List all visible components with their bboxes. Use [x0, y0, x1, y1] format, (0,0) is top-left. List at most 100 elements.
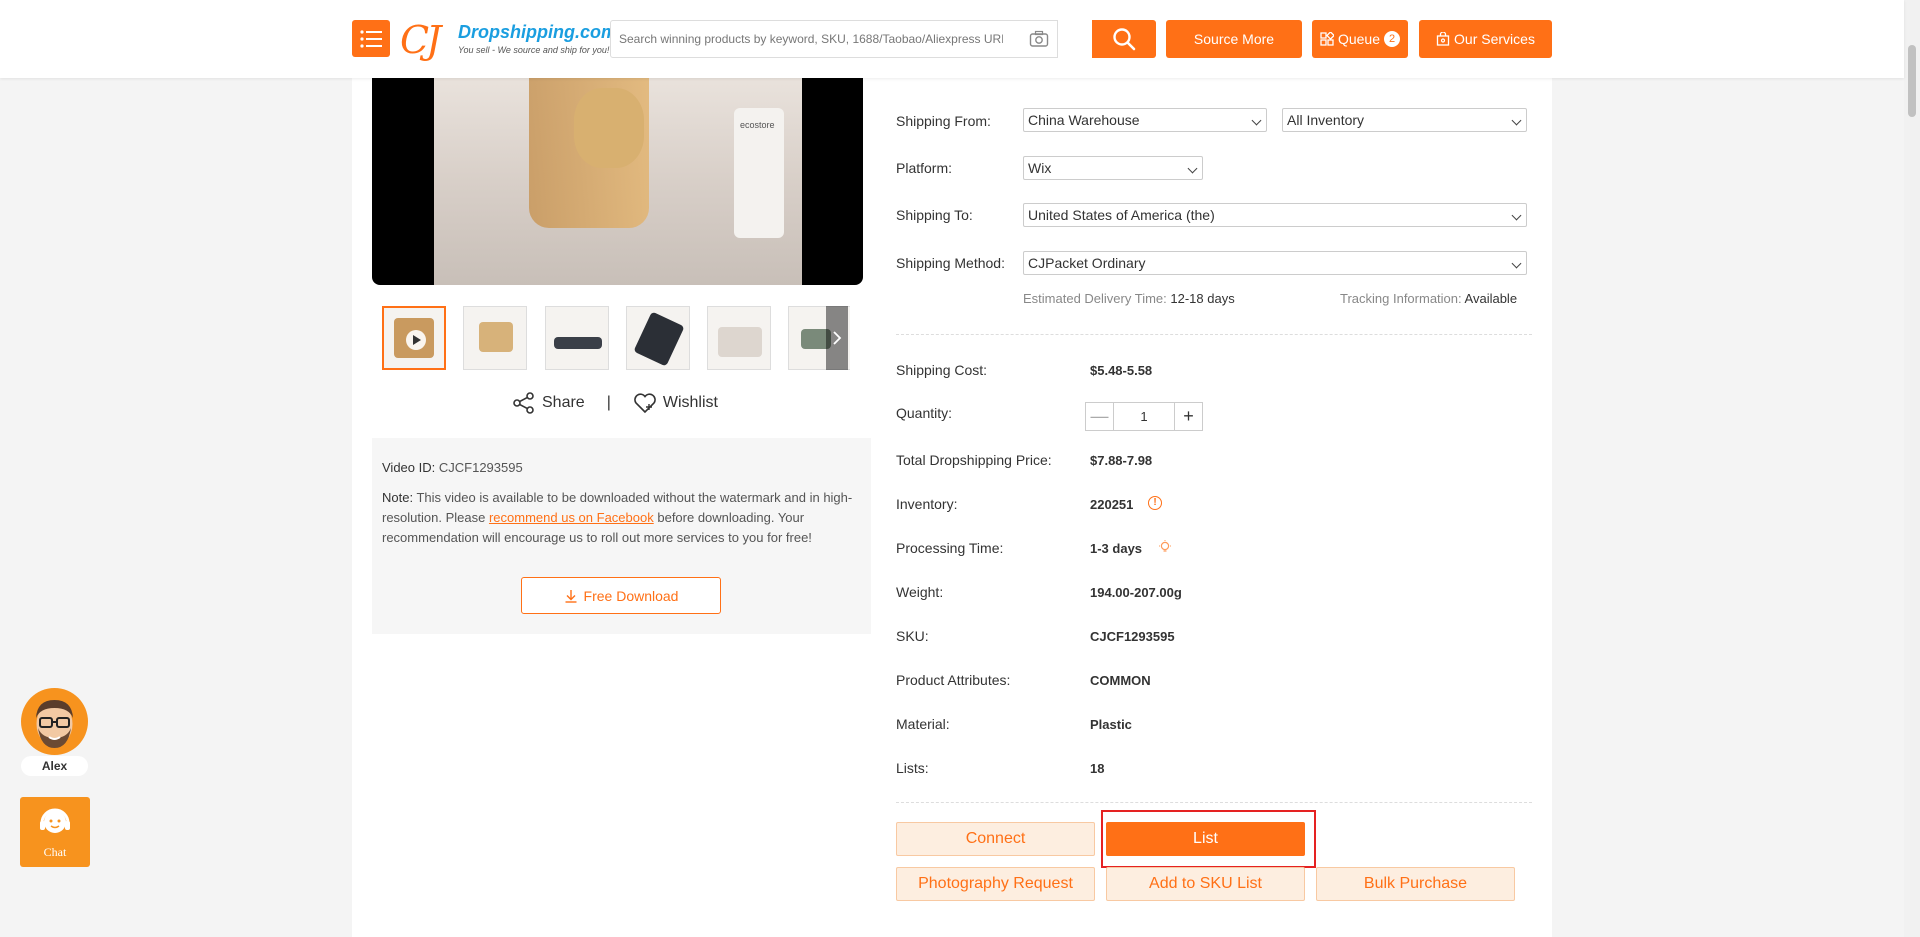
category-menu-button[interactable] [352, 20, 390, 57]
share-button[interactable]: Share [512, 391, 585, 415]
thumbnail-image [554, 337, 602, 349]
lists-label: Lists: [896, 760, 929, 776]
video-note: Note: This video is available to be down… [382, 488, 861, 548]
list-icon [360, 29, 382, 48]
chevron-right-icon [833, 331, 842, 345]
add-to-sku-list-label: Add to SKU List [1149, 875, 1262, 892]
shipping-cost-label: Shipping Cost: [896, 362, 988, 378]
shipping-method-select[interactable]: CJPacket Ordinary [1023, 251, 1527, 275]
shipping-to-label: Shipping To: [896, 207, 973, 223]
tracking-info: Tracking Information: Available [1340, 291, 1517, 306]
cj-logo[interactable]: CJ Dropshipping.com You sell - We source… [400, 18, 617, 62]
download-icon [565, 589, 577, 603]
quantity-increment-button[interactable]: + [1174, 403, 1202, 430]
queue-button[interactable]: Queue 2 [1312, 20, 1408, 58]
thumbnail-5[interactable] [707, 306, 771, 370]
search-input[interactable] [611, 21, 1011, 57]
agent-name: Alex [21, 756, 88, 776]
chat-button[interactable]: Chat [20, 797, 90, 867]
queue-icon [1320, 32, 1334, 46]
scrollbar-thumb[interactable] [1908, 45, 1916, 117]
thumbnail-3[interactable] [545, 306, 609, 370]
bottle-image: ecostore [734, 108, 784, 238]
chat-label: Chat [43, 845, 67, 859]
chevron-down-icon [1511, 210, 1522, 221]
shipping-to-select[interactable]: United States of America (the) [1023, 203, 1527, 227]
thumbnail-next-button[interactable] [826, 306, 848, 370]
note-label: Note: [382, 490, 414, 505]
list-button-highlight [1101, 810, 1316, 868]
camera-icon[interactable] [1029, 30, 1049, 48]
thumbnail-4[interactable] [626, 306, 690, 370]
thumbnail-strip [382, 306, 850, 370]
bottle-brand-text: ecostore [740, 120, 775, 130]
quantity-decrement-button[interactable]: — [1086, 403, 1114, 430]
shipping-method-label: Shipping Method: [896, 255, 1005, 271]
shipping-from-select[interactable]: China Warehouse [1023, 108, 1267, 132]
facebook-recommend-link[interactable]: recommend us on Facebook [489, 510, 654, 525]
search-box [610, 20, 1058, 58]
chevron-down-icon [1511, 115, 1522, 126]
bulk-purchase-button[interactable]: Bulk Purchase [1316, 867, 1515, 901]
our-services-label: Our Services [1454, 31, 1535, 47]
chevron-down-icon [1251, 115, 1262, 126]
free-download-button[interactable]: Free Download [521, 577, 721, 614]
inventory-filter-select[interactable]: All Inventory [1282, 108, 1527, 132]
total-price-label: Total Dropshipping Price: [896, 452, 1052, 468]
est-delivery-label: Estimated Delivery Time: [1023, 291, 1167, 306]
chevron-down-icon [1187, 163, 1198, 174]
bulk-purchase-label: Bulk Purchase [1363, 875, 1468, 892]
inventory-filter-value: All Inventory [1287, 112, 1365, 128]
share-icon [513, 392, 534, 414]
platform-value: Wix [1028, 160, 1052, 176]
processing-time-value: 1-3 days [1090, 541, 1143, 556]
wishlist-button[interactable]: Wishlist [633, 392, 718, 414]
share-label: Share [542, 394, 585, 411]
video-frame: ecostore [434, 78, 802, 285]
product-video[interactable]: ecostore [372, 78, 863, 285]
product-attributes-label: Product Attributes: [896, 672, 1011, 688]
video-id-row: Video ID: CJCF1293595 [382, 458, 861, 478]
connect-button[interactable]: Connect [896, 822, 1095, 856]
photography-request-label: Photography Request [918, 875, 1073, 892]
inventory-value: 220251 [1090, 497, 1134, 512]
sku-value: CJCF1293595 [1090, 629, 1175, 644]
headset-icon [40, 808, 70, 833]
agent-face-icon [36, 700, 73, 748]
search-icon [1113, 28, 1136, 51]
thumbnail-image [633, 311, 685, 367]
sku-label: SKU: [896, 628, 929, 644]
agent-avatar-widget[interactable]: Alex [21, 688, 88, 776]
tracking-label: Tracking Information: [1340, 291, 1462, 306]
page-scrollbar[interactable] [1904, 0, 1920, 937]
bag-icon [1436, 32, 1450, 46]
logo-mark: CJ [400, 18, 441, 62]
product-attributes-value: COMMON [1090, 673, 1151, 688]
add-to-sku-list-button[interactable]: Add to SKU List [1106, 867, 1305, 901]
free-download-label: Free Download [583, 587, 679, 604]
lightbulb-icon[interactable] [1157, 539, 1173, 555]
weight-label: Weight: [896, 584, 944, 600]
platform-select[interactable]: Wix [1023, 156, 1203, 180]
quantity-input[interactable]: 1 [1114, 403, 1174, 430]
thumbnail-video[interactable] [382, 306, 446, 370]
thumbnail-image [479, 322, 513, 352]
queue-label: Queue [1337, 31, 1381, 47]
thumbnail-image [718, 327, 762, 357]
video-id-label: Video ID: [382, 460, 436, 475]
divider [896, 802, 1532, 803]
top-header: CJ Dropshipping.com You sell - We source… [0, 0, 1904, 78]
shipping-method-value: CJPacket Ordinary [1028, 255, 1146, 271]
play-icon [406, 330, 426, 350]
source-more-button[interactable]: Source More [1166, 20, 1302, 58]
inventory-label: Inventory: [896, 496, 958, 512]
our-services-button[interactable]: Our Services [1419, 20, 1552, 58]
total-price-value: $7.88-7.98 [1090, 453, 1153, 468]
quantity-label: Quantity: [896, 405, 953, 421]
thumbnail-2[interactable] [463, 306, 527, 370]
search-button[interactable] [1092, 20, 1156, 58]
chevron-down-icon [1511, 258, 1522, 269]
photography-request-button[interactable]: Photography Request [896, 867, 1095, 901]
shipping-to-value: United States of America (the) [1028, 207, 1215, 223]
inventory-info-icon[interactable]: ! [1148, 496, 1162, 510]
